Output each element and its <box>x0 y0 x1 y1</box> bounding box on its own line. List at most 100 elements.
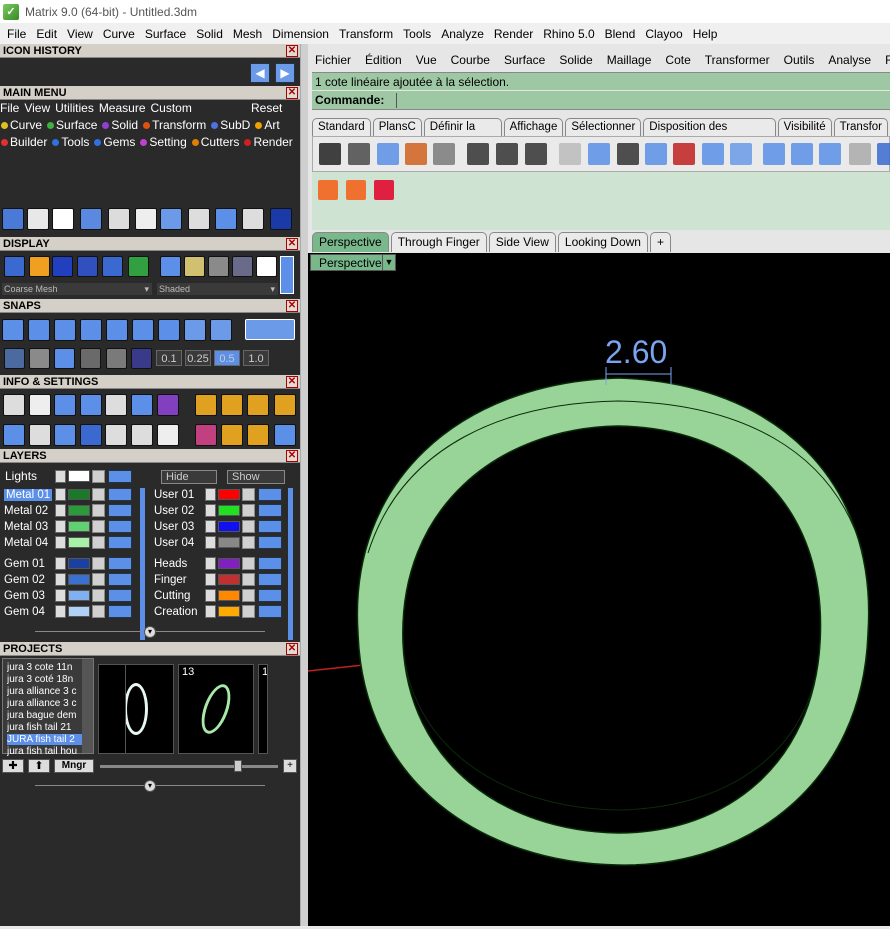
rhino-menu-item[interactable]: Surface <box>497 50 552 70</box>
lock-icon[interactable] <box>242 589 255 602</box>
expand-icon[interactable]: ▾ <box>144 626 156 638</box>
dispicons-tool-icon[interactable] <box>77 256 98 277</box>
mesh-select[interactable]: Coarse Mesh ▾ <box>2 283 152 295</box>
layer-visibility[interactable] <box>258 536 282 549</box>
layer-visibility[interactable] <box>108 573 132 586</box>
close-icon[interactable]: ✕ <box>286 45 298 57</box>
close-icon[interactable]: ✕ <box>286 643 298 655</box>
dispicons-tool-icon[interactable] <box>29 256 50 277</box>
snapicons2-tool-icon[interactable] <box>54 348 75 369</box>
layer-visibility[interactable] <box>258 504 282 517</box>
standard-tool-icon[interactable] <box>433 143 455 165</box>
lock-icon[interactable] <box>242 573 255 586</box>
standard-tool-icon[interactable] <box>496 143 518 165</box>
project-list-item[interactable]: jura alliance 3 c <box>7 698 87 709</box>
viewport-tab[interactable]: Side View <box>488 232 556 252</box>
lock-icon[interactable] <box>242 536 255 549</box>
menu-analyze[interactable]: Analyze <box>436 27 489 41</box>
rhino-menu-item[interactable]: Édition <box>358 50 409 70</box>
layer-name[interactable]: Gem 02 <box>4 574 45 586</box>
layers-scroll-left[interactable] <box>140 488 145 640</box>
layer-color-swatch[interactable] <box>218 521 240 532</box>
snapicons1-tool-icon[interactable] <box>106 319 128 341</box>
infoicons2-tool-icon[interactable] <box>54 424 76 446</box>
infoicons1-tool-icon[interactable] <box>221 394 243 416</box>
menu-render[interactable]: Render <box>489 27 538 41</box>
standard-tool-icon[interactable] <box>377 143 399 165</box>
add-project-button[interactable]: ✚ <box>2 759 24 773</box>
lock-icon[interactable] <box>92 605 105 618</box>
lock-icon[interactable] <box>242 520 255 533</box>
standard-tool-icon[interactable] <box>525 143 547 165</box>
main-menu-view[interactable]: View <box>24 101 50 115</box>
viewport-tab[interactable]: Through Finger <box>390 232 487 252</box>
layer-color-swatch[interactable] <box>68 574 90 585</box>
matrix-tool-icon[interactable] <box>374 180 394 200</box>
infoicons1-tool-icon[interactable] <box>29 394 51 416</box>
layer-arrow[interactable] <box>55 573 66 586</box>
slider-handle[interactable] <box>234 760 242 772</box>
menu-mesh[interactable]: Mesh <box>228 27 267 41</box>
main-menu-cutters[interactable]: Cutters <box>191 135 239 149</box>
menu-rhino-5-0[interactable]: Rhino 5.0 <box>538 27 599 41</box>
snapicons1-tool-icon[interactable] <box>28 319 50 341</box>
main-menu-tools[interactable]: Tools <box>52 135 89 149</box>
mmicons-tool-icon[interactable] <box>270 208 292 230</box>
menu-solid[interactable]: Solid <box>191 27 228 41</box>
layer-name[interactable]: Cutting <box>154 590 190 602</box>
infoicons1-tool-icon[interactable] <box>157 394 179 416</box>
snap-value-2[interactable]: 0.5 <box>214 350 240 366</box>
toolbar-tab[interactable]: Disposition des fenêtres <box>643 118 776 150</box>
rhino-menu-item[interactable]: Maillage <box>600 50 659 70</box>
close-icon[interactable]: ✕ <box>286 238 298 250</box>
lights-arrow[interactable] <box>55 470 66 483</box>
infoicons2-tool-icon[interactable] <box>105 424 127 446</box>
layer-name[interactable]: User 02 <box>154 505 194 517</box>
forward-arrow-icon[interactable]: ▶ <box>275 63 295 83</box>
project-list-item[interactable]: jura fish tail hou <box>7 746 87 757</box>
standard-tool-icon[interactable] <box>588 143 610 165</box>
layer-arrow[interactable] <box>205 605 216 618</box>
rhino-menu-item[interactable]: Courbe <box>444 50 497 70</box>
main-menu-setting[interactable]: Setting <box>140 135 187 149</box>
mmicons-tool-icon[interactable] <box>135 208 157 230</box>
layer-visibility[interactable] <box>258 573 282 586</box>
thumb-size-slider[interactable] <box>100 765 278 768</box>
rhino-menu-item[interactable]: Outils <box>777 50 822 70</box>
standard-tool-icon[interactable] <box>877 143 890 165</box>
project-list-item[interactable]: jura alliance 3 c <box>7 686 87 697</box>
upload-project-button[interactable]: ⬆ <box>28 759 50 773</box>
menu-blend[interactable]: Blend <box>600 27 641 41</box>
standard-tool-icon[interactable] <box>348 143 370 165</box>
main-menu-subd[interactable]: SubD <box>211 118 250 132</box>
dispicons-tool-icon[interactable] <box>52 256 73 277</box>
infoicons1-tool-icon[interactable] <box>247 394 269 416</box>
infoicons2-tool-icon[interactable] <box>195 424 217 446</box>
layer-color-swatch[interactable] <box>68 521 90 532</box>
display-mode-select[interactable]: Shaded ▾ <box>157 283 278 295</box>
layer-name[interactable]: Gem 03 <box>4 590 45 602</box>
rhino-menu-item[interactable]: Solide <box>552 50 599 70</box>
mmicons-tool-icon[interactable] <box>242 208 264 230</box>
snap-value-1[interactable]: 0.25 <box>185 350 211 366</box>
mmicons-tool-icon[interactable] <box>52 208 74 230</box>
menu-transform[interactable]: Transform <box>334 27 398 41</box>
infoicons2-tool-icon[interactable] <box>274 424 296 446</box>
infoicons1-tool-icon[interactable] <box>3 394 25 416</box>
dispicons-tool-icon[interactable] <box>208 256 229 277</box>
layer-visibility[interactable] <box>258 488 282 501</box>
lock-icon[interactable] <box>92 520 105 533</box>
lights-visibility[interactable] <box>108 470 132 483</box>
toolbar-tab[interactable]: Transfor <box>833 118 888 136</box>
toolbar-tab[interactable]: Affichage <box>503 118 564 136</box>
rhino-menu-item[interactable]: Fichier <box>308 50 358 70</box>
standard-tool-icon[interactable] <box>645 143 667 165</box>
infoicons2-tool-icon[interactable] <box>29 424 51 446</box>
close-icon[interactable]: ✕ <box>286 376 298 388</box>
matrix-tool-icon[interactable] <box>318 180 338 200</box>
project-thumbnail[interactable]: 14 <box>258 664 268 754</box>
standard-tool-icon[interactable] <box>849 143 871 165</box>
layer-color-swatch[interactable] <box>218 558 240 569</box>
menu-file[interactable]: File <box>2 27 31 41</box>
layer-arrow[interactable] <box>205 573 216 586</box>
